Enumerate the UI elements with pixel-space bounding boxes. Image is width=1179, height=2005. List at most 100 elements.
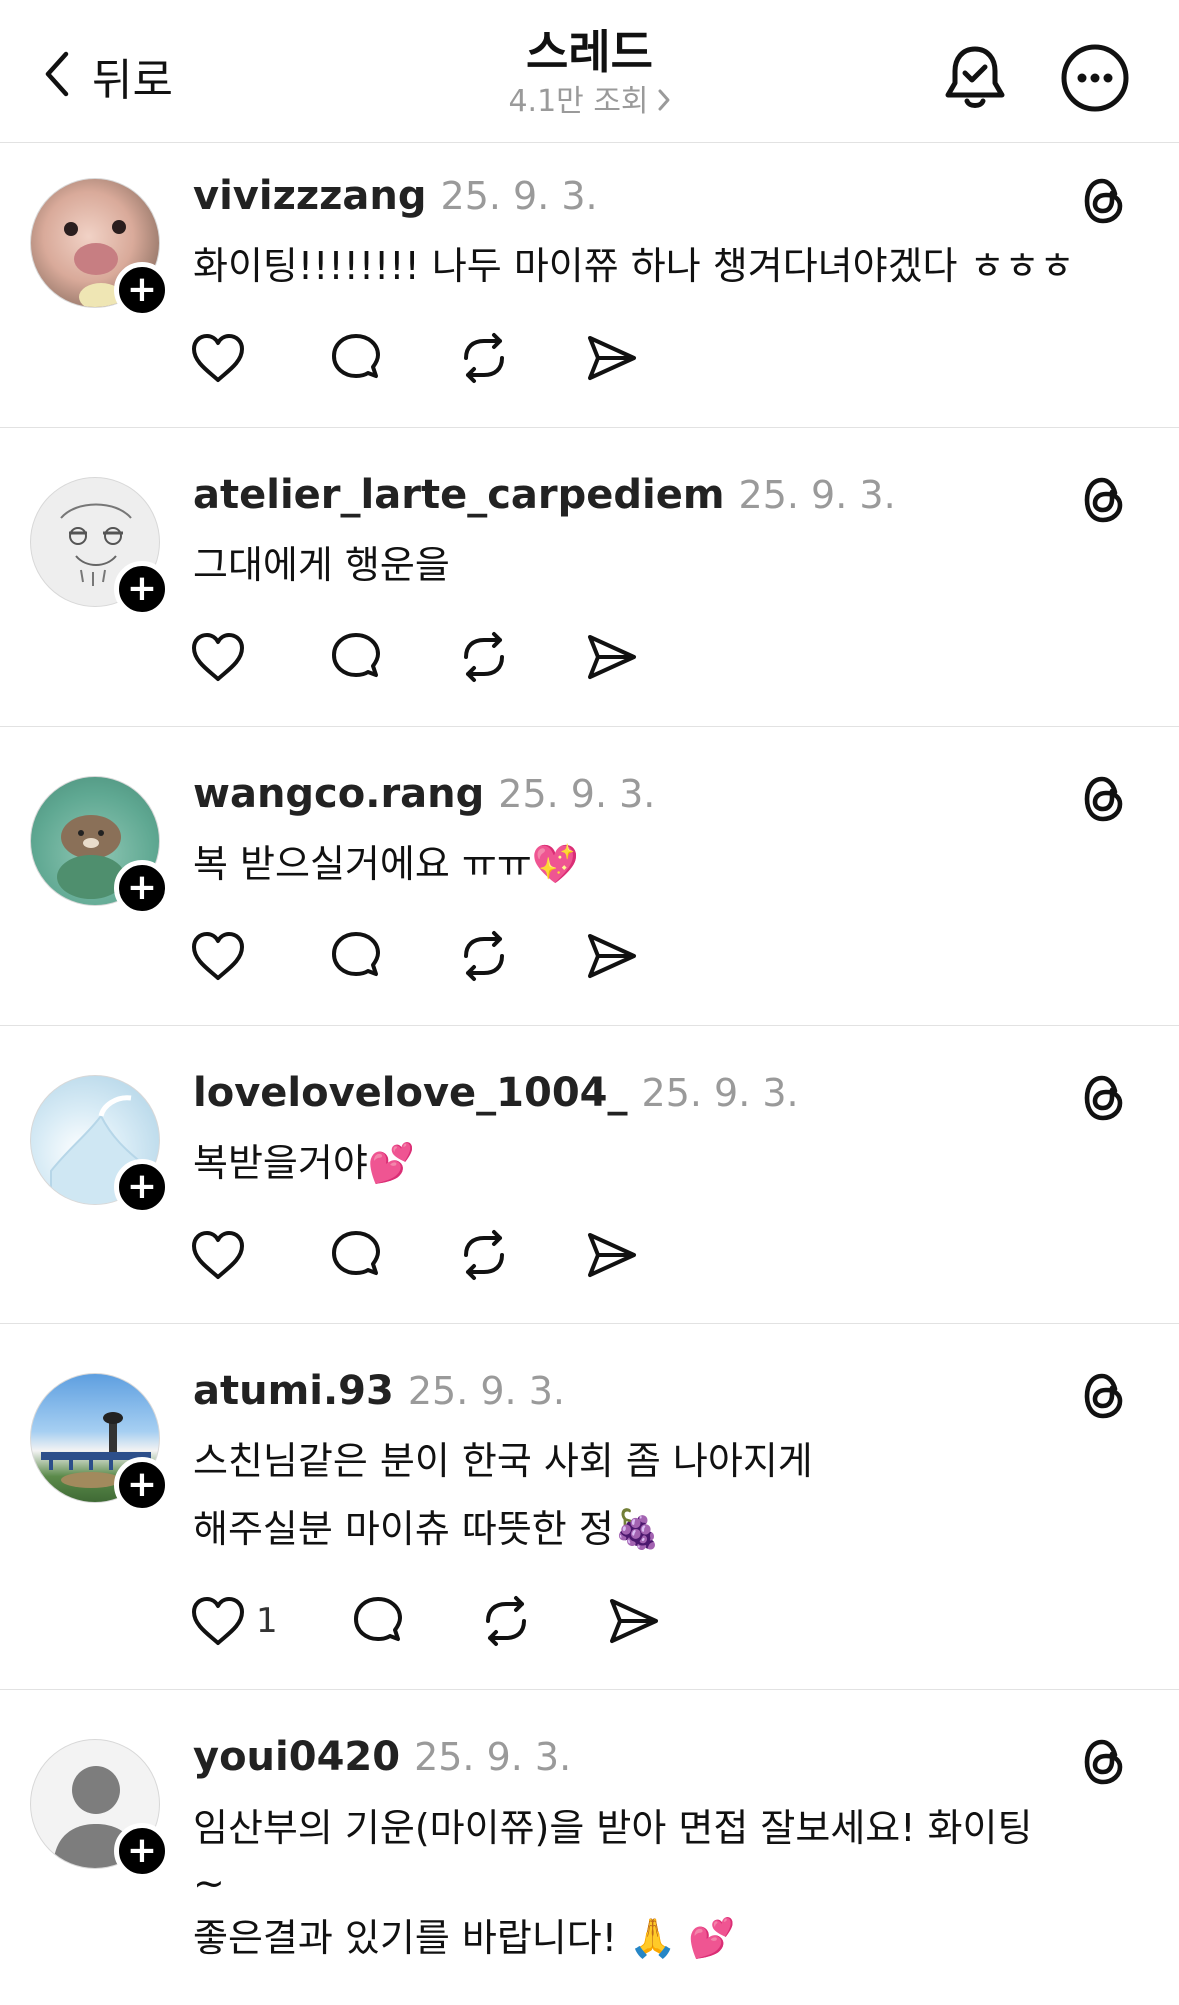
reply-button[interactable]	[328, 1225, 384, 1285]
post-text-line: 복받을거야💕	[193, 1141, 416, 1185]
repost-icon	[456, 332, 512, 384]
reply-post: + lovelovelove_1004_ 25. 9. 3. 복받을거야💕	[0, 1026, 1179, 1324]
repost-button[interactable]	[456, 926, 512, 986]
username[interactable]: atelier_larte_carpediem	[193, 472, 725, 518]
reply-post: + atumi.93 25. 9. 3. 스친님같은 분이 한국 사회 좀 나아…	[0, 1324, 1179, 1690]
notification-bell-button[interactable]	[940, 45, 1010, 115]
follow-plus-button[interactable]: +	[114, 860, 170, 916]
post-meta: youi0420 25. 9. 3.	[193, 1734, 571, 1790]
post-text: 복 받으실거에요 ㅠㅠ💖	[193, 830, 1143, 898]
repost-button[interactable]	[456, 328, 512, 388]
like-button[interactable]	[190, 328, 256, 388]
threads-logo-icon[interactable]	[1078, 1370, 1130, 1422]
username[interactable]: wangco.rang	[193, 771, 484, 817]
send-icon	[606, 1595, 662, 1647]
post-text-line: 해주실분 마이츄 따뜻한 정🍇	[193, 1507, 662, 1551]
post-text-line: 그대에게 행운을	[193, 543, 450, 587]
follow-plus-button[interactable]: +	[114, 1457, 170, 1513]
post-text-line: ~	[193, 1861, 225, 1905]
share-button[interactable]	[584, 1225, 640, 1285]
post-meta: vivizzzang 25. 9. 3.	[193, 173, 598, 229]
post-text-line: 스친님같은 분이 한국 사회 좀 나아지게	[193, 1439, 813, 1483]
reply-button[interactable]	[328, 627, 384, 687]
repost-icon	[456, 631, 512, 683]
heart-icon	[190, 332, 246, 384]
chevron-right-icon	[657, 83, 671, 123]
comment-bubble-icon	[328, 332, 384, 384]
post-text-line: 임산부의 기운(마이쮸)을 받아 면접 잘보세요! 화이팅	[193, 1806, 1033, 1850]
share-button[interactable]	[584, 627, 640, 687]
reply-post: + youi0420 25. 9. 3. 임산부의 기운(마이쮸)을 받아 면접…	[0, 1690, 1179, 2005]
like-count: 1	[256, 1601, 278, 1641]
reply-post: + wangco.rang 25. 9. 3. 복 받으실거에요 ㅠㅠ💖	[0, 727, 1179, 1026]
post-text: 그대에게 행운을	[193, 531, 1143, 599]
like-button[interactable]	[190, 627, 256, 687]
post-date: 25. 9. 3.	[738, 473, 896, 517]
threads-logo-icon[interactable]	[1078, 1736, 1130, 1788]
heart-icon	[190, 631, 246, 683]
threads-logo-icon[interactable]	[1078, 773, 1130, 825]
heart-icon	[190, 1229, 246, 1281]
reply-button[interactable]	[350, 1591, 406, 1651]
post-date: 25. 9. 3.	[498, 772, 656, 816]
action-bar	[190, 926, 712, 986]
action-bar	[190, 1225, 712, 1285]
threads-logo-icon[interactable]	[1078, 175, 1130, 227]
reply-post: + vivizzzang 25. 9. 3. 화이팅!!!!!!!! 나두 마이…	[0, 143, 1179, 428]
like-button[interactable]	[190, 926, 256, 986]
like-button[interactable]	[190, 1225, 256, 1285]
comment-bubble-icon	[328, 631, 384, 683]
follow-plus-button[interactable]: +	[114, 262, 170, 318]
post-date: 25. 9. 3.	[440, 174, 598, 218]
repost-icon	[456, 930, 512, 982]
post-text: 임산부의 기운(마이쮸)을 받아 면접 잘보세요! 화이팅 ~ 좋은결과 있기를…	[193, 1793, 1143, 1973]
follow-plus-button[interactable]: +	[114, 1823, 170, 1879]
threads-logo-icon[interactable]	[1078, 474, 1130, 526]
username[interactable]: vivizzzang	[193, 173, 427, 219]
action-bar	[190, 627, 712, 687]
post-meta: atelier_larte_carpediem 25. 9. 3.	[193, 472, 896, 528]
repost-button[interactable]	[478, 1591, 534, 1651]
post-text: 복받을거야💕	[193, 1129, 1143, 1197]
post-meta: atumi.93 25. 9. 3.	[193, 1368, 565, 1424]
action-bar	[190, 328, 712, 388]
top-bar: 뒤로 스레드 4.1만 조회	[0, 0, 1179, 143]
more-horizontal-icon	[1060, 43, 1130, 117]
post-meta: wangco.rang 25. 9. 3.	[193, 771, 655, 827]
reply-button[interactable]	[328, 328, 384, 388]
send-icon	[584, 1229, 640, 1281]
bell-check-icon	[943, 43, 1007, 117]
follow-plus-button[interactable]: +	[114, 561, 170, 617]
post-text: 스친님같은 분이 한국 사회 좀 나아지게 해주실분 마이츄 따뜻한 정🍇	[193, 1427, 1143, 1563]
post-date: 25. 9. 3.	[407, 1369, 565, 1413]
reply-post: + atelier_larte_carpediem 25. 9. 3. 그대에게…	[0, 428, 1179, 727]
send-icon	[584, 332, 640, 384]
more-options-button[interactable]	[1060, 43, 1130, 117]
follow-plus-button[interactable]: +	[114, 1159, 170, 1215]
share-button[interactable]	[584, 328, 640, 388]
send-icon	[584, 930, 640, 982]
comment-bubble-icon	[328, 1229, 384, 1281]
share-button[interactable]	[584, 926, 640, 986]
share-button[interactable]	[606, 1591, 662, 1651]
username[interactable]: youi0420	[193, 1734, 400, 1780]
comment-bubble-icon	[328, 930, 384, 982]
like-button[interactable]: 1	[190, 1591, 278, 1651]
username[interactable]: atumi.93	[193, 1368, 394, 1414]
username[interactable]: lovelovelove_1004_	[193, 1070, 628, 1116]
repost-button[interactable]	[456, 1225, 512, 1285]
view-count: 4.1만 조회	[508, 84, 649, 119]
post-text-line: 좋은결과 있기를 바랍니다! 🙏 💕	[193, 1916, 736, 1960]
post-text: 화이팅!!!!!!!! 나두 마이쮸 하나 챙겨다녀야겠다 ㅎㅎㅎ	[193, 232, 1143, 300]
reply-button[interactable]	[328, 926, 384, 986]
action-bar: 1	[190, 1591, 734, 1651]
threads-logo-icon[interactable]	[1078, 1072, 1130, 1124]
post-text-line: 복 받으실거에요 ㅠㅠ💖	[193, 842, 580, 886]
post-text-line: 화이팅!!!!!!!! 나두 마이쮸 하나 챙겨다녀야겠다 ㅎㅎㅎ	[193, 244, 1075, 288]
send-icon	[584, 631, 640, 683]
post-date: 25. 9. 3.	[641, 1071, 799, 1115]
repost-button[interactable]	[456, 627, 512, 687]
comment-bubble-icon	[350, 1595, 406, 1647]
repost-icon	[456, 1229, 512, 1281]
post-meta: lovelovelove_1004_ 25. 9. 3.	[193, 1070, 799, 1126]
